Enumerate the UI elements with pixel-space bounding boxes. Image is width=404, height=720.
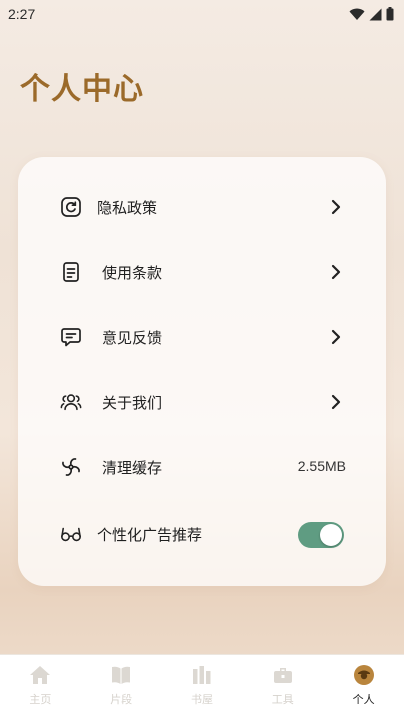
nav-item-bookshelf[interactable]: 书屋 bbox=[162, 655, 243, 720]
chevron-right-icon bbox=[331, 329, 341, 345]
bottom-nav: 主页 片段 书屋 工具 个人 bbox=[0, 654, 404, 720]
page-title: 个人中心 bbox=[20, 72, 144, 107]
menu-item-about-us[interactable]: 关于我们 bbox=[18, 380, 386, 424]
signal-icon bbox=[369, 8, 382, 20]
wifi-icon bbox=[349, 8, 365, 20]
book-icon bbox=[109, 663, 133, 687]
cache-size-value: 2.55MB bbox=[297, 458, 346, 474]
nav-item-home[interactable]: 主页 bbox=[0, 655, 81, 720]
glasses-icon bbox=[60, 523, 82, 545]
profile-icon bbox=[352, 663, 376, 687]
toggle-knob bbox=[320, 524, 342, 546]
nav-label: 书屋 bbox=[190, 693, 213, 706]
menu-item-label: 意见反馈 bbox=[102, 329, 163, 347]
terms-icon bbox=[60, 261, 82, 283]
nav-label: 工具 bbox=[271, 693, 294, 706]
bookshelf-icon bbox=[190, 663, 214, 687]
chevron-right-icon bbox=[331, 199, 341, 215]
personalized-ads-toggle[interactable] bbox=[298, 522, 344, 548]
nav-label: 主页 bbox=[29, 693, 52, 706]
menu-item-terms-of-use[interactable]: 使用条款 bbox=[18, 250, 386, 294]
nav-item-tools[interactable]: 工具 bbox=[242, 655, 323, 720]
menu-item-label: 隐私政策 bbox=[97, 199, 158, 217]
clear-cache-icon bbox=[60, 456, 82, 478]
menu-item-privacy-policy[interactable]: 隐私政策 bbox=[18, 185, 386, 229]
chevron-right-icon bbox=[331, 394, 341, 410]
status-time: 2:27 bbox=[8, 6, 36, 22]
nav-item-fragments[interactable]: 片段 bbox=[81, 655, 162, 720]
menu-item-label: 关于我们 bbox=[102, 394, 163, 412]
privacy-icon bbox=[60, 196, 82, 218]
menu-item-label: 使用条款 bbox=[102, 264, 163, 282]
feedback-icon bbox=[60, 326, 82, 348]
nav-label: 片段 bbox=[110, 693, 133, 706]
status-bar: 2:27 bbox=[0, 0, 404, 28]
home-icon bbox=[28, 663, 52, 687]
toolbox-icon bbox=[271, 663, 295, 687]
menu-item-clear-cache[interactable]: 清理缓存 2.55MB bbox=[18, 445, 386, 489]
menu-item-label: 清理缓存 bbox=[102, 459, 163, 477]
menu-item-personalized-ads: 个性化广告推荐 bbox=[18, 512, 386, 556]
menu-item-label: 个性化广告推荐 bbox=[97, 526, 203, 544]
battery-icon bbox=[386, 7, 394, 21]
nav-item-profile[interactable]: 个人 bbox=[323, 655, 404, 720]
nav-label: 个人 bbox=[352, 693, 375, 706]
settings-card: 隐私政策 使用条款 意见反馈 关于我们 清理缓存 2.55MB 个性化广告推荐 bbox=[18, 157, 386, 586]
menu-item-feedback[interactable]: 意见反馈 bbox=[18, 315, 386, 359]
status-icons bbox=[349, 7, 394, 21]
about-icon bbox=[60, 391, 82, 413]
chevron-right-icon bbox=[331, 264, 341, 280]
